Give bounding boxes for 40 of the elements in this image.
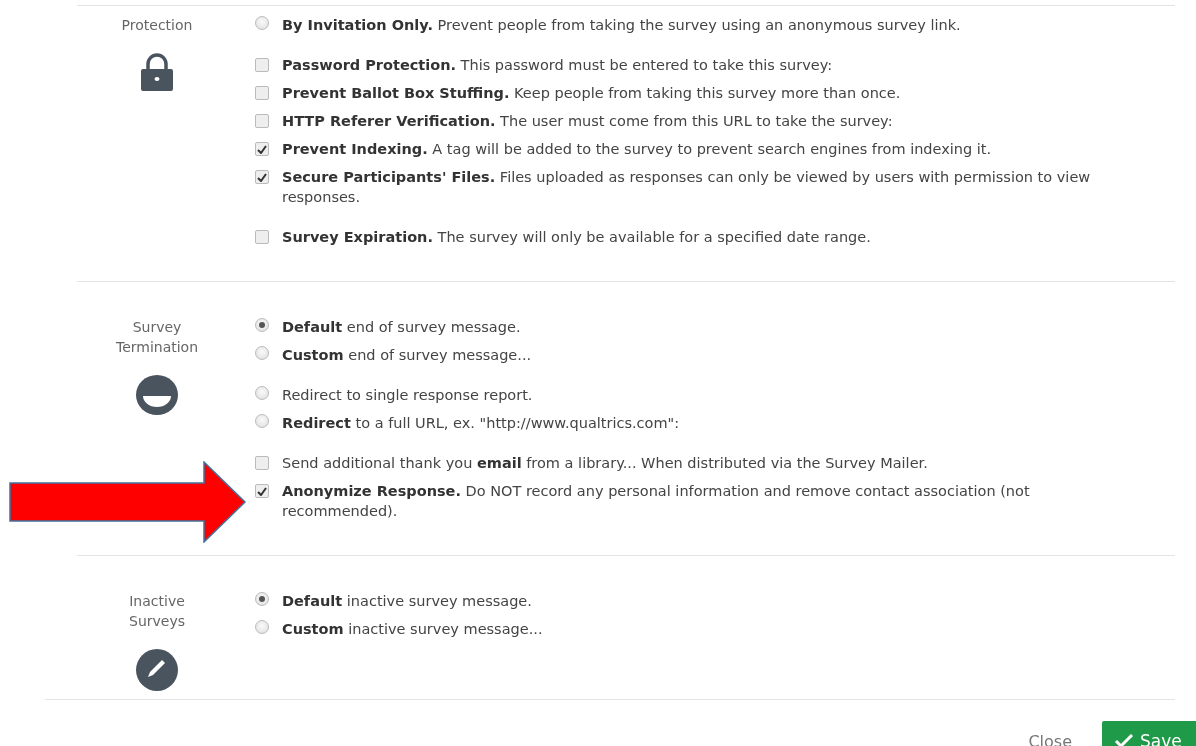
option-label: Password Protection. This password must be entered to take this survey: bbox=[282, 56, 833, 75]
section-label: Inactive bbox=[129, 592, 185, 611]
option-label: Custom end of survey message... bbox=[282, 346, 532, 365]
radio-button[interactable] bbox=[255, 414, 269, 428]
option-label: Redirect to a full URL, ex. "http://www.qualtrics.com": bbox=[282, 414, 680, 433]
radio-button[interactable] bbox=[255, 16, 269, 30]
checkbox[interactable] bbox=[255, 484, 269, 498]
radio-button[interactable] bbox=[255, 386, 269, 400]
option-label: Send additional thank you email from a library... When distributed via the Survey Mailer. bbox=[282, 454, 928, 473]
option-label: Secure Participants' Files. Files uploaded as responses can only be viewed by users with permission to view responses. bbox=[282, 168, 1092, 207]
option-label: Default inactive survey message. bbox=[282, 592, 532, 611]
face-icon bbox=[136, 375, 178, 415]
checkbox[interactable] bbox=[255, 142, 269, 156]
section-label: Protection bbox=[121, 16, 193, 35]
checkbox[interactable] bbox=[255, 58, 269, 72]
option-label: HTTP Referer Verification. The user must come from this URL to take the survey: bbox=[282, 112, 893, 131]
option-label: Survey Expiration. The survey will only be available for a specified date range. bbox=[282, 228, 871, 247]
pencil-icon bbox=[136, 649, 178, 691]
section-label: Survey bbox=[131, 318, 183, 337]
radio-button[interactable] bbox=[255, 346, 269, 360]
option-label: Custom inactive survey message... bbox=[282, 620, 543, 639]
section-label: Surveys bbox=[129, 612, 185, 631]
radio-button[interactable] bbox=[255, 318, 269, 332]
close-button[interactable]: Close bbox=[1028, 731, 1072, 746]
checkbox[interactable] bbox=[255, 230, 269, 244]
checkmark-icon bbox=[1114, 733, 1134, 746]
option-label: Anonymize Response. Do NOT record any personal information and remove contact association (not recommended). bbox=[282, 482, 1031, 521]
option-label: Prevent Indexing. A tag will be added to the survey to prevent search engines from indexing it. bbox=[282, 140, 992, 159]
checkbox[interactable] bbox=[255, 114, 269, 128]
section-label: Termination bbox=[115, 338, 199, 357]
checkbox[interactable] bbox=[255, 456, 269, 470]
checkbox[interactable] bbox=[255, 170, 269, 184]
option-label: Default end of survey message. bbox=[282, 318, 521, 337]
checkbox[interactable] bbox=[255, 86, 269, 100]
option-label: By Invitation Only. Prevent people from taking the survey using an anonymous survey link. bbox=[282, 16, 961, 35]
option-label: Prevent Ballot Box Stuffing. Keep people from taking this survey more than once. bbox=[282, 84, 901, 103]
radio-button[interactable] bbox=[255, 592, 269, 606]
option-label: Redirect to single response report. bbox=[282, 386, 533, 405]
radio-button[interactable] bbox=[255, 620, 269, 634]
lock-icon bbox=[140, 53, 174, 91]
